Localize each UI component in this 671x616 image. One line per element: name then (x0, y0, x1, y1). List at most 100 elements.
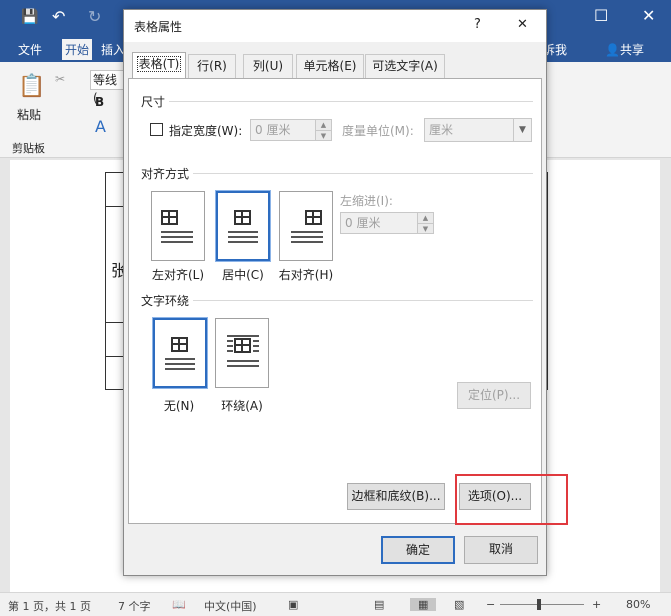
text-line (165, 363, 195, 365)
help-button[interactable]: ? (474, 17, 481, 32)
ok-button[interactable]: 确定 (381, 536, 455, 564)
position-button[interactable]: 定位(P)... (457, 382, 531, 409)
width-value: 0 厘米 (255, 123, 291, 137)
bold-button[interactable]: B (95, 95, 104, 109)
status-bar: 第 1 页，共 1 页 7 个字 📖 中文(中国) ▣ ▤ ▦ ▧ − + 80… (0, 592, 671, 616)
maximize-icon[interactable]: ☐ (594, 6, 608, 25)
wrap-none-option[interactable] (152, 317, 208, 389)
text-line (165, 358, 195, 360)
dialog-titlebar[interactable]: 表格属性 ? ✕ (124, 10, 546, 42)
cut-icon[interactable]: ✂ (55, 72, 65, 86)
zoom-in-icon[interactable]: + (592, 598, 601, 611)
text-line (161, 236, 193, 238)
redo-icon[interactable]: ↻ (88, 7, 101, 26)
align-center-label: 居中(C) (222, 268, 264, 282)
undo-icon[interactable]: ↶ (52, 7, 65, 26)
chevron-down-icon[interactable]: ▼ (513, 119, 531, 141)
text-line (291, 236, 323, 238)
align-right-label: 右对齐(H) (278, 268, 334, 282)
width-input[interactable]: 0 厘米 ▲ ▼ (250, 119, 332, 141)
text-line (161, 241, 193, 243)
zoom-level[interactable]: 80% (626, 598, 650, 611)
tab-file[interactable]: 文件 (18, 41, 42, 58)
share-button[interactable]: 👤共享 (605, 41, 644, 58)
text-line (227, 335, 259, 337)
separator (193, 173, 533, 174)
word-count: 7 个字 (118, 600, 151, 613)
left-indent-input[interactable]: 0 厘米 ▲ ▼ (340, 212, 434, 234)
left-indent-label: 左缩进(I): (340, 194, 393, 208)
table-line (547, 172, 548, 390)
tab-alt-text[interactable]: 可选文字(A) (365, 54, 445, 78)
unit-label: 度量单位(M): (342, 124, 414, 138)
table-tab-panel: 尺寸 指定宽度(W): 0 厘米 ▲ ▼ 度量单位(M): 厘米 ▼ 对齐方式 … (128, 78, 542, 524)
preferred-width-checkbox[interactable] (150, 123, 163, 136)
text-effects-icon[interactable]: A (95, 117, 106, 136)
print-layout-icon[interactable]: ▦ (410, 598, 437, 611)
unit-value: 厘米 (429, 123, 454, 137)
text-line (227, 340, 233, 342)
separator (193, 300, 533, 301)
wrap-around-label: 环绕(A) (221, 399, 263, 413)
tab-row[interactable]: 行(R) (188, 54, 236, 78)
paste-label[interactable]: 粘贴 (17, 106, 41, 123)
zoom-slider[interactable] (500, 604, 584, 605)
borders-and-shading-button[interactable]: 边框和底纹(B)... (347, 483, 445, 510)
table-icon (171, 337, 188, 352)
dialog-title: 表格属性 (134, 20, 183, 34)
read-mode-icon[interactable]: ▤ (374, 598, 384, 611)
table-icon (234, 338, 251, 353)
paste-icon[interactable]: 📋 (18, 74, 45, 99)
alignment-section-header: 对齐方式 (141, 167, 190, 181)
table-icon (161, 210, 178, 225)
tab-cell[interactable]: 单元格(E) (296, 54, 364, 78)
wrapping-section-header: 文字环绕 (141, 294, 190, 308)
text-line (228, 241, 258, 243)
table-icon (305, 210, 322, 225)
font-name-box[interactable]: 等线 ( (90, 70, 124, 105)
tab-insert[interactable]: 插入 (101, 41, 125, 58)
text-line (227, 345, 233, 347)
dialog-close-button[interactable]: ✕ (517, 17, 528, 32)
align-left-option[interactable] (151, 191, 205, 261)
save-icon[interactable]: 💾 (21, 9, 38, 25)
text-line (227, 360, 259, 362)
macro-icon[interactable]: ▣ (288, 598, 298, 611)
align-right-option[interactable] (279, 191, 333, 261)
tab-column[interactable]: 列(U) (243, 54, 293, 78)
align-center-option[interactable] (215, 190, 271, 262)
text-line (161, 231, 193, 233)
indent-spin-down[interactable]: ▼ (417, 223, 433, 233)
close-window-icon[interactable]: ✕ (642, 6, 655, 25)
web-layout-icon[interactable]: ▧ (454, 598, 464, 611)
page-count: 第 1 页，共 1 页 (8, 600, 91, 613)
proofing-icon[interactable]: 📖 (172, 598, 186, 611)
text-line (228, 236, 258, 238)
text-line (291, 241, 323, 243)
unit-select[interactable]: 厘米 ▼ (424, 118, 532, 142)
wrap-none-label: 无(N) (163, 399, 195, 413)
align-left-label: 左对齐(L) (151, 268, 205, 282)
text-line (227, 365, 259, 367)
text-line (253, 340, 259, 342)
table-icon (234, 210, 251, 225)
indent-value: 0 厘米 (345, 216, 381, 230)
separator (169, 101, 533, 102)
width-spin-up[interactable]: ▲ (315, 120, 331, 130)
text-line (253, 350, 259, 352)
language: 中文(中国) (204, 600, 257, 613)
clipboard-group-label: 剪贴板 (12, 142, 45, 155)
text-line (165, 368, 195, 370)
text-line (291, 231, 323, 233)
cancel-button[interactable]: 取消 (464, 536, 538, 564)
text-line (228, 231, 258, 233)
indent-spin-up[interactable]: ▲ (417, 213, 433, 223)
zoom-thumb[interactable] (537, 599, 541, 610)
zoom-out-icon[interactable]: − (486, 598, 495, 611)
tab-home[interactable]: 开始 (62, 39, 93, 60)
tab-table[interactable]: 表格(T) (132, 52, 186, 79)
wrap-around-option[interactable] (215, 318, 269, 388)
width-spin-down[interactable]: ▼ (315, 130, 331, 140)
text-line (253, 345, 259, 347)
highlight-box (455, 474, 568, 525)
